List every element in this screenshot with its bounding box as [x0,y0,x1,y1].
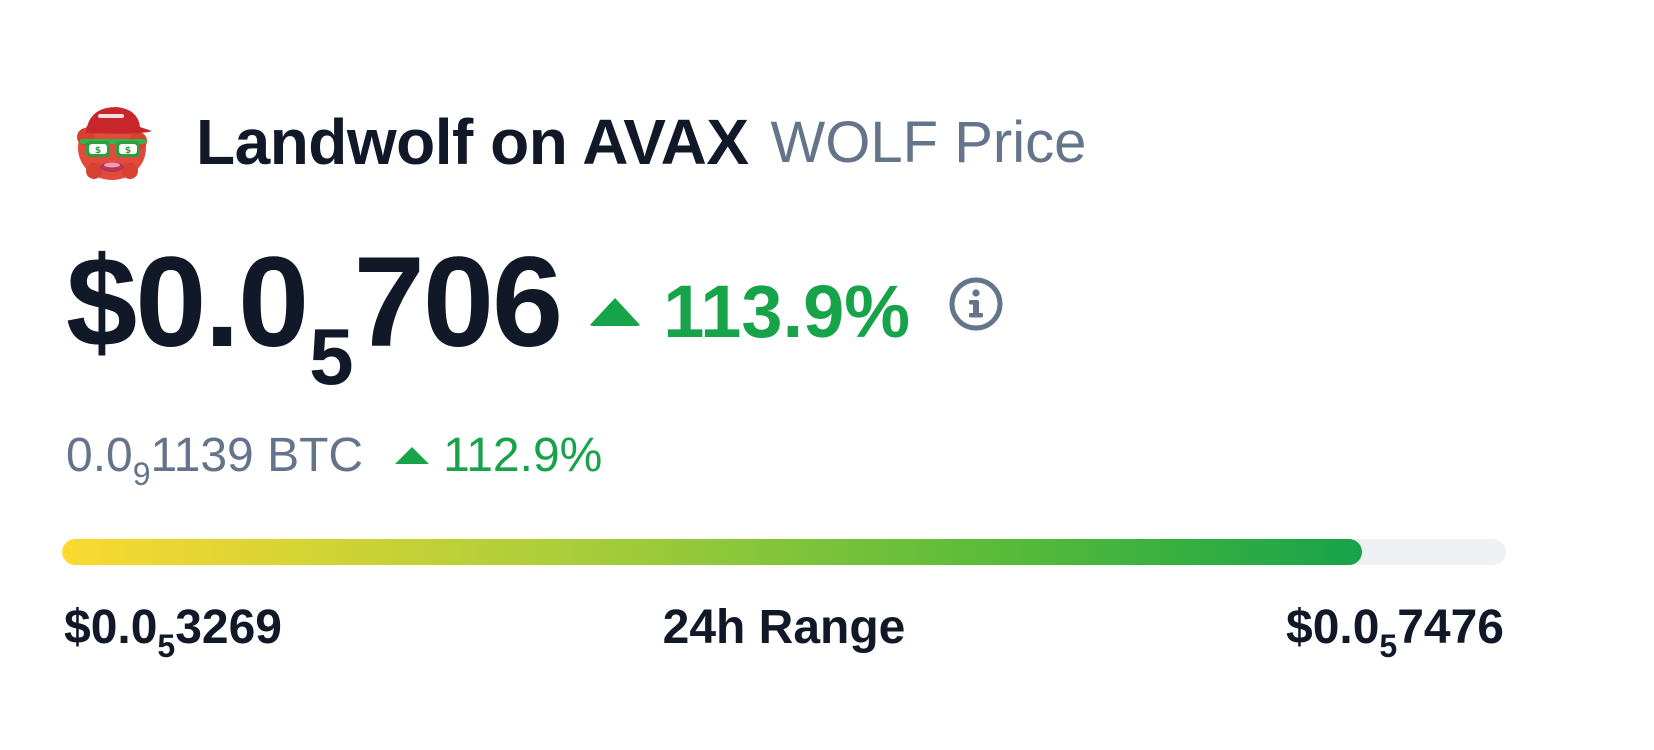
btc-change: 112.9% [395,428,602,483]
range-high-digits: 7476 [1397,601,1504,654]
btc-price-row: 0.091139 BTC 112.9% [66,428,602,492]
range-low-prefix: $0.0 [64,601,158,654]
range-bar [62,539,1506,565]
range-low: $0.053269 [64,600,282,664]
price-digits: 706 [353,231,564,374]
price-prefix: $0.0 [66,231,309,374]
svg-text:$: $ [125,146,131,156]
range-bar-fill [62,539,1362,565]
btc-zeros-subscript: 9 [132,456,151,492]
range-low-digits: 3269 [175,601,282,654]
btc-price: 0.091139 BTC [66,428,364,492]
landwolf-logo-icon: $ $ [77,107,152,180]
coin-header: $ $ Landwolf on AVAX WOLF Price [72,96,1086,188]
btc-change-value: 112.9% [443,429,603,482]
coin-name: Landwolf on AVAX [196,106,749,178]
range-low-subscript: 5 [157,628,176,664]
current-price: $0.05706 [66,238,563,402]
range-high-subscript: 5 [1379,628,1398,664]
coin-symbol-price-label: WOLF Price [770,109,1087,175]
range-high: $0.057476 [1286,600,1504,664]
btc-price-digits: 1139 BTC [150,429,364,482]
svg-text:$: $ [95,146,101,156]
price-zeros-subscript: 5 [309,312,353,401]
caret-up-icon [395,447,430,464]
price-change-24h: 113.9% [589,272,910,352]
price-row: $0.05706 113.9% [66,238,1004,402]
range-title: 24h Range [662,601,906,654]
caret-up-icon [589,298,642,326]
range-labels: $0.053269 24h Range $0.057476 [64,600,1504,670]
price-change-value: 113.9% [663,270,911,353]
info-icon[interactable] [948,276,1004,332]
range-high-prefix: $0.0 [1286,601,1380,654]
btc-price-prefix: 0.0 [66,429,133,482]
